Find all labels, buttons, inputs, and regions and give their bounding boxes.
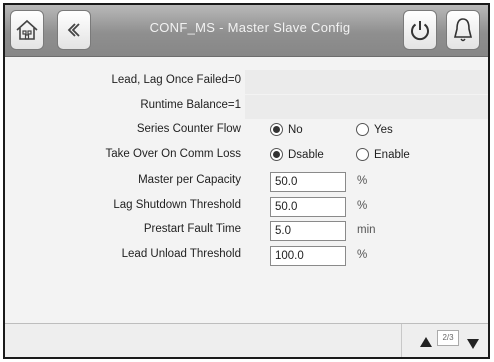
lead-unload-threshold-input[interactable]: 100.0: [270, 246, 346, 266]
setting-label: Lag Shutdown Threshold: [113, 199, 241, 211]
unit-label: %: [357, 200, 368, 212]
page-indicator: 2/3: [437, 330, 459, 346]
list-item: Series Counter Flow No Yes: [5, 119, 488, 143]
home-button[interactable]: [10, 10, 44, 50]
list-item: Master per Capacity 50.0 %: [5, 170, 488, 194]
setting-label: Lead Unload Threshold: [121, 248, 241, 260]
setting-label: Master per Capacity: [138, 174, 241, 186]
home-icon: [16, 19, 38, 40]
list-item: Lag Shutdown Threshold 50.0 %: [5, 195, 488, 219]
list-item: Lead Unload Threshold 100.0 %: [5, 244, 488, 268]
footer-bar: 2/3: [5, 323, 488, 357]
triangle-down-icon[interactable]: [466, 338, 480, 350]
setting-label: Series Counter Flow: [136, 123, 241, 135]
unit-label: %: [357, 175, 368, 187]
prestart-fault-time-input[interactable]: 5.0: [270, 221, 346, 241]
radio-selected-icon: [270, 123, 283, 136]
divider: [401, 324, 402, 357]
setting-label: Lead, Lag Once Failed=0: [111, 74, 241, 86]
bell-icon: [453, 18, 473, 42]
setting-label: Prestart Fault Time: [143, 223, 241, 235]
unit-label: %: [357, 249, 368, 261]
list-item: Runtime Balance=1: [5, 95, 488, 119]
setting-label: Take Over On Comm Loss: [105, 148, 241, 160]
lag-shutdown-threshold-input[interactable]: 50.0: [270, 197, 346, 217]
radio-selected-icon: [270, 148, 283, 161]
back-button[interactable]: [57, 10, 91, 50]
radio-yes[interactable]: Yes: [356, 123, 393, 136]
screen-frame: CONF_MS - Master Slave Config Lead, Lag …: [3, 3, 490, 359]
header-bar: CONF_MS - Master Slave Config: [5, 5, 488, 57]
radio-dsable[interactable]: Dsable: [270, 148, 324, 161]
radio-unselected-icon: [356, 148, 369, 161]
radio-enable[interactable]: Enable: [356, 148, 410, 161]
radio-unselected-icon: [356, 123, 369, 136]
setting-label: Runtime Balance=1: [140, 99, 241, 111]
unit-label: min: [357, 224, 376, 236]
chevron-left-icon: [67, 23, 80, 37]
settings-list: Lead, Lag Once Failed=0 Runtime Balance=…: [5, 58, 488, 323]
power-button[interactable]: [403, 10, 437, 50]
list-item: Prestart Fault Time 5.0 min: [5, 219, 488, 243]
list-item: Lead, Lag Once Failed=0: [5, 70, 488, 94]
list-item: Take Over On Comm Loss Dsable Enable: [5, 144, 488, 168]
power-icon: [411, 21, 429, 41]
alarm-button[interactable]: [446, 10, 480, 50]
page-title: CONF_MS - Master Slave Config: [149, 20, 351, 35]
master-per-capacity-input[interactable]: 50.0: [270, 172, 346, 192]
triangle-up-icon[interactable]: [419, 336, 433, 348]
radio-no[interactable]: No: [270, 123, 303, 136]
